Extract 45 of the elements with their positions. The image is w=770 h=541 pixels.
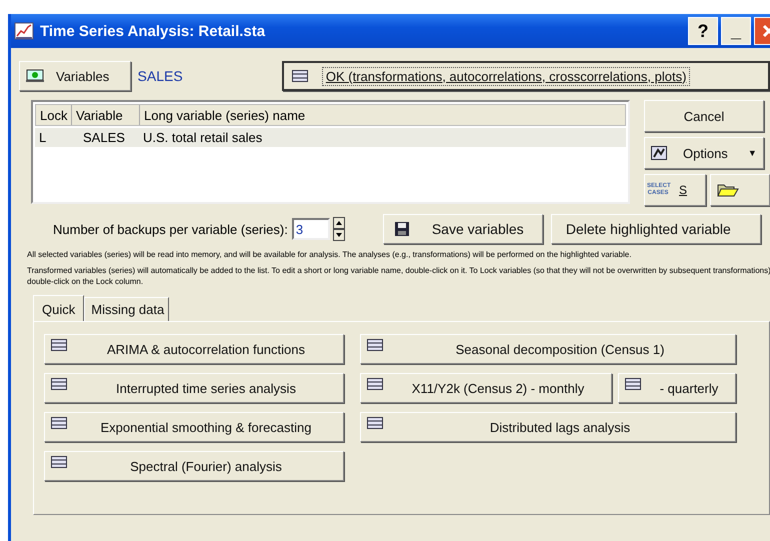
backups-field[interactable]: 3 [292,218,330,240]
analysis-button[interactable]: Exponential smoothing & forecasting [44,412,344,442]
variables-button[interactable]: Variables [19,61,131,91]
table-icon [51,456,67,468]
options-button[interactable]: Options ▼ [644,137,764,169]
table-icon [51,339,67,352]
table-icon [51,417,67,430]
analysis-button[interactable]: ARIMA & autocorrelation functions [44,334,344,364]
cancel-button[interactable]: Cancel [644,100,764,132]
column-header[interactable]: Long variable (series) name [140,105,625,125]
spin-buttons[interactable] [332,217,345,241]
title-bar-button[interactable]: ? [688,17,718,45]
monitor-icon [26,69,44,83]
column-header[interactable]: Variable [72,105,140,125]
analysis-button[interactable]: X11/Y2k (Census 2) - monthly [360,373,612,404]
analysis-button[interactable]: Distributed lags analysis [360,412,736,442]
tab[interactable]: Quick [33,295,84,322]
tab[interactable]: Missing data [84,297,170,322]
title-bar-button[interactable]: _ [721,17,751,45]
table-cell-text: SALES [82,130,126,145]
table-icon [367,378,383,390]
backups-label: Number of backups per variable (series): [53,222,288,236]
analysis-button[interactable]: - quarterly [618,373,736,404]
table-cell-text: U.S. total retail sales [142,130,264,145]
chart-icon [651,146,667,160]
analysis-button[interactable]: Spectral (Fourier) analysis [44,451,344,482]
selected-variable: SALES [138,68,184,84]
save-variables-button[interactable]: Save variables [382,214,543,244]
analysis-button[interactable]: Interrupted time series analysis [44,373,344,404]
column-header[interactable]: Lock [36,105,72,125]
table-icon [367,339,383,352]
delete-variable-button[interactable]: Delete highlighted variable [550,214,761,244]
chart-icon [14,21,34,41]
table-icon [51,378,67,390]
table-icon [292,70,308,82]
folder-icon [717,182,739,198]
table-icon [625,378,641,390]
help-text: All selected variables (series) will be read into memory, and will be available for analysis. The analyses (e.g., transformations) will be performed on the highlighted variable. [27,250,632,260]
table-icon [367,417,383,430]
window-title: Time Series Analysis: Retail.sta [40,22,266,40]
help-text: Transformed variables (series) will automatically be added to the list. To edit a short or long variable name, double-click on it. To Lock variables (so that they will not be overwritten by subsequent transformations) double-click on the Lock column. [27,266,770,288]
ok-button[interactable]: OK (transformations, autocorrelations, crosscorrelations, plots) [282,61,770,91]
table-cell-text: L [38,130,48,145]
open-folder-button[interactable] [710,174,770,206]
analysis-button[interactable]: Seasonal decomposition (Census 1) [360,334,736,364]
